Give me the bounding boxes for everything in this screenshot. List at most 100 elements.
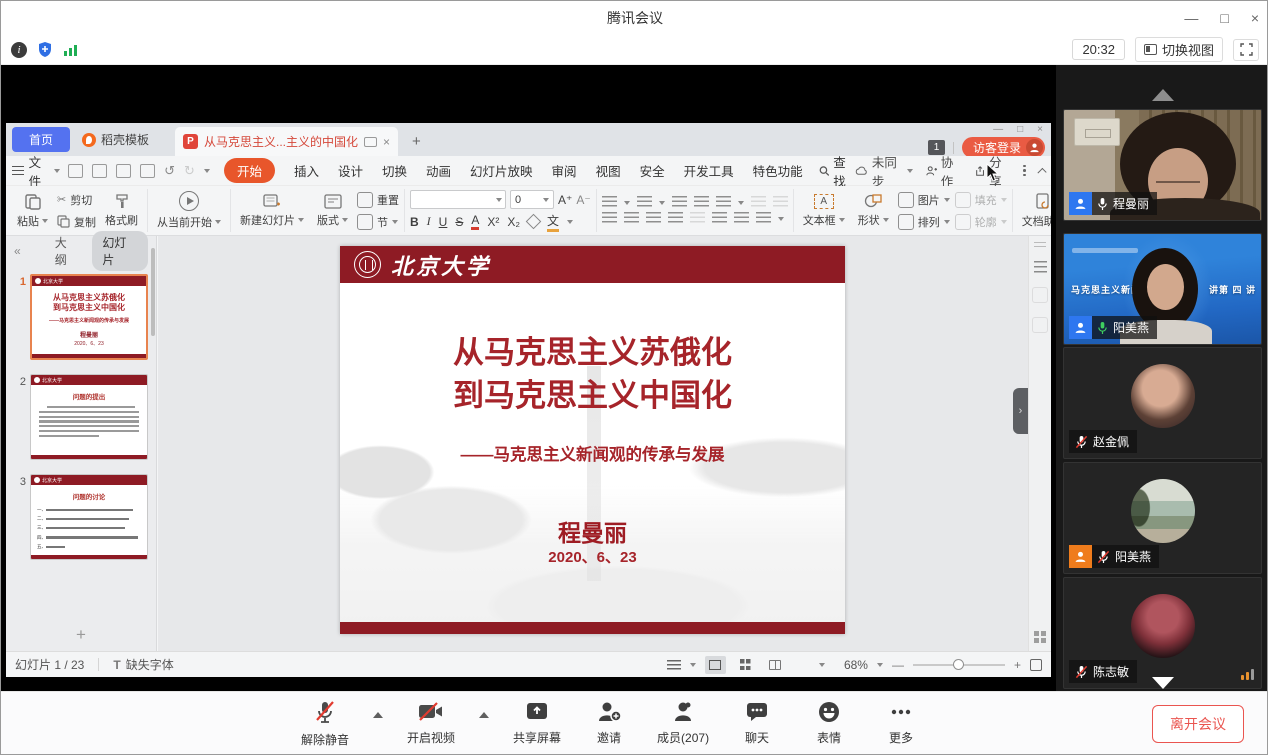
preview-icon[interactable] bbox=[140, 164, 155, 178]
font-size-select[interactable]: 0 bbox=[510, 190, 554, 209]
animation-pane-icon[interactable] bbox=[1032, 317, 1048, 333]
zoom-out-button[interactable]: — bbox=[892, 658, 904, 672]
missing-font-label[interactable]: 缺失字体 bbox=[126, 656, 174, 673]
chat-button[interactable]: 聊天 bbox=[733, 700, 781, 746]
text-box-button[interactable]: A 文本框 bbox=[799, 189, 849, 232]
scroll-down-icon[interactable] bbox=[1152, 677, 1174, 689]
strike-button[interactable]: S bbox=[455, 215, 463, 229]
ribbon-tab-devtools[interactable]: 开发工具 bbox=[684, 161, 734, 180]
align-center-icon[interactable] bbox=[624, 212, 639, 225]
video-tile[interactable]: 马克思主义新闻 讲第 四 讲 阳美燕 bbox=[1063, 233, 1262, 345]
italic-button[interactable]: I bbox=[427, 214, 431, 229]
redo-icon[interactable]: ↻ bbox=[184, 163, 195, 179]
find-button[interactable]: 查找 bbox=[819, 152, 856, 190]
file-menu-caret-icon[interactable] bbox=[54, 169, 60, 173]
mic-options-caret-icon[interactable] bbox=[373, 712, 383, 718]
bold-button[interactable]: B bbox=[410, 215, 419, 229]
selection-pane-icon[interactable] bbox=[1032, 287, 1048, 303]
invite-button[interactable]: 邀请 bbox=[585, 700, 633, 746]
close-button[interactable]: × bbox=[1251, 10, 1259, 26]
print-icon[interactable] bbox=[116, 164, 131, 178]
zoom-level[interactable]: 68% bbox=[844, 658, 868, 672]
arrange-button[interactable]: 排列 bbox=[898, 214, 950, 230]
shield-icon[interactable] bbox=[37, 41, 53, 58]
indent-left-icon[interactable] bbox=[712, 212, 727, 225]
object-properties-icon[interactable] bbox=[1034, 261, 1047, 273]
phonetic-button[interactable]: 文 bbox=[547, 212, 559, 232]
fullscreen-button[interactable] bbox=[1233, 39, 1259, 61]
quickbar-caret-icon[interactable] bbox=[204, 169, 210, 173]
paragraph-settings-icon[interactable] bbox=[756, 212, 771, 225]
zoom-slider[interactable] bbox=[913, 664, 1005, 666]
ribbon-tab-design[interactable]: 设计 bbox=[338, 161, 363, 180]
save-icon[interactable] bbox=[68, 164, 83, 178]
meeting-info-icon[interactable]: i bbox=[11, 42, 27, 58]
wps-tab-docer[interactable]: 稻壳模板 bbox=[70, 127, 161, 152]
outline-button[interactable]: 轮廓 bbox=[955, 214, 1007, 230]
cut-button[interactable]: ✂剪切 bbox=[57, 192, 96, 208]
wps-maximize-button[interactable]: □ bbox=[1017, 124, 1023, 135]
share-button[interactable]: 分享 bbox=[975, 152, 1010, 190]
fill-button[interactable]: 填充 bbox=[955, 192, 1007, 208]
ribbon-tab-slideshow[interactable]: 幻灯片放映 bbox=[470, 161, 533, 180]
app-grid-icon[interactable] bbox=[1034, 631, 1046, 643]
columns-icon[interactable] bbox=[751, 196, 766, 209]
leave-meeting-button[interactable]: 离开会议 bbox=[1152, 705, 1244, 743]
superscript-button[interactable]: X² bbox=[487, 215, 499, 229]
wps-minimize-button[interactable]: — bbox=[993, 124, 1003, 135]
zoom-slider-knob[interactable] bbox=[953, 659, 964, 670]
indent-right-icon[interactable] bbox=[734, 212, 749, 225]
reading-view-button[interactable] bbox=[765, 656, 786, 674]
ribbon-tab-view[interactable]: 视图 bbox=[596, 161, 621, 180]
line-spacing-icon[interactable] bbox=[716, 196, 731, 209]
slide-thumbnail-1[interactable]: 1 北京大学 从马克思主义苏俄化到马克思主义中国化 ——马克思主义新闻观的传承与… bbox=[12, 274, 148, 360]
zoom-in-button[interactable]: + bbox=[1014, 658, 1021, 672]
file-menu[interactable]: 文件 bbox=[29, 152, 51, 190]
format-painter-button[interactable]: 格式刷 bbox=[101, 189, 142, 232]
subscript-button[interactable]: X₂ bbox=[507, 215, 520, 229]
drag-handle-icon[interactable] bbox=[1034, 242, 1046, 247]
members-button[interactable]: 成员(207) bbox=[657, 700, 709, 746]
collapse-ribbon-icon[interactable] bbox=[1037, 167, 1046, 176]
play-from-current-button[interactable]: 从当前开始 bbox=[153, 189, 225, 232]
slide-sorter-view-button[interactable] bbox=[735, 656, 756, 674]
notes-icon[interactable] bbox=[667, 660, 681, 670]
scroll-up-icon[interactable] bbox=[1152, 89, 1174, 101]
bullet-list-icon[interactable] bbox=[602, 196, 617, 209]
add-slide-button[interactable]: + bbox=[76, 625, 86, 645]
output-icon[interactable] bbox=[92, 164, 107, 178]
underline-button[interactable]: U bbox=[439, 215, 448, 229]
copy-button[interactable]: 复制 bbox=[57, 214, 96, 230]
current-slide[interactable]: 北京大学 从马克思主义苏俄化 到马克思主义中国化 ——马克思主义新闻观的传承与发… bbox=[340, 246, 845, 634]
close-tab-icon[interactable]: × bbox=[383, 135, 390, 149]
video-tile[interactable]: 赵金佩 bbox=[1063, 347, 1262, 459]
video-options-caret-icon[interactable] bbox=[479, 712, 489, 718]
picture-button[interactable]: 图片 bbox=[898, 192, 950, 208]
maximize-button[interactable]: □ bbox=[1220, 10, 1228, 26]
sync-status-button[interactable]: 未同步 bbox=[855, 152, 912, 190]
switch-view-button[interactable]: 切换视图 bbox=[1135, 37, 1223, 62]
decrease-indent-icon[interactable] bbox=[672, 196, 687, 209]
ribbon-tab-transition[interactable]: 切换 bbox=[382, 161, 407, 180]
video-tile[interactable]: 程曼丽 bbox=[1063, 109, 1262, 221]
new-tab-button[interactable]: + bbox=[412, 133, 421, 150]
section-button[interactable]: 节 bbox=[357, 214, 399, 230]
ribbon-tab-review[interactable]: 审阅 bbox=[552, 161, 577, 180]
grow-font-button[interactable]: A⁺ bbox=[558, 193, 572, 207]
slide-thumbnail-3[interactable]: 3 北京大学 问题的讨论 一、 二、 三、 四、 五、 bbox=[12, 474, 148, 560]
zoom-preset-caret-icon[interactable] bbox=[819, 663, 825, 667]
panel-scrollbar[interactable] bbox=[151, 248, 155, 336]
hamburger-menu-icon[interactable] bbox=[12, 166, 24, 175]
network-signal-icon[interactable] bbox=[63, 43, 78, 57]
justify-icon[interactable] bbox=[668, 212, 683, 225]
layout-button[interactable]: 版式 bbox=[313, 189, 352, 232]
clear-format-icon[interactable] bbox=[526, 214, 542, 230]
video-tile[interactable]: 阳美燕 bbox=[1063, 462, 1262, 574]
undo-icon[interactable]: ↺ bbox=[164, 163, 175, 179]
tab-outline[interactable]: 大纲 bbox=[55, 234, 79, 268]
slide-thumbnail-2[interactable]: 2 北京大学 问题的提出 bbox=[12, 374, 148, 460]
emoji-button[interactable]: 表情 bbox=[805, 700, 853, 746]
share-screen-button[interactable]: 共享屏幕 bbox=[513, 700, 561, 746]
distribute-icon[interactable] bbox=[690, 212, 705, 225]
reset-button[interactable]: 重置 bbox=[357, 192, 399, 208]
